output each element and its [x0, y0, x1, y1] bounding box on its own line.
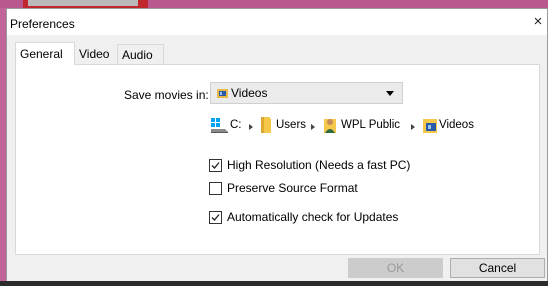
drive-icon — [210, 116, 230, 137]
background-grey-tab — [28, 0, 138, 6]
auto-update-label: Automatically check for Updates — [227, 210, 399, 224]
ok-button[interactable]: OK — [348, 258, 443, 278]
preferences-dialog: Preferences × General Video Audio Save m… — [6, 8, 548, 281]
save-location-dropdown[interactable]: Videos — [210, 82, 403, 104]
breadcrumb-drive-label: C: — [230, 119, 242, 131]
videos-folder-icon — [217, 88, 228, 102]
title-bar: Preferences × — [7, 9, 547, 35]
chevron-right-icon — [249, 124, 253, 130]
breadcrumb-wpl-public-label: WPL Public — [341, 119, 401, 131]
button-bar: OK Cancel — [7, 257, 547, 281]
background-bottom-band — [0, 281, 548, 286]
videos-folder-icon — [422, 116, 438, 137]
tab-audio[interactable]: Audio — [118, 44, 164, 64]
preserve-source-format-label: Preserve Source Format — [227, 181, 358, 195]
save-movies-label: Save movies in: — [124, 88, 209, 102]
general-panel: Save movies in: Videos C: Users WPL Publ… — [15, 64, 540, 255]
chevron-right-icon — [311, 124, 315, 130]
tab-general[interactable]: General — [15, 42, 75, 65]
chevron-down-icon — [386, 91, 394, 96]
high-resolution-checkbox[interactable] — [209, 159, 222, 172]
dialog-title: Preferences — [10, 17, 75, 31]
cancel-button[interactable]: Cancel — [450, 258, 545, 278]
save-location-value: Videos — [231, 86, 268, 100]
auto-update-checkbox[interactable] — [209, 211, 222, 224]
preserve-source-format-checkbox[interactable] — [209, 182, 222, 195]
breadcrumb-users-label: Users — [276, 119, 307, 131]
breadcrumb-videos-label: Videos — [439, 119, 474, 131]
dialog-content: General Video Audio Save movies in: Vide… — [7, 35, 547, 257]
chevron-right-icon — [411, 124, 415, 130]
close-icon[interactable]: × — [530, 11, 546, 33]
user-folder-icon — [322, 116, 338, 137]
tab-video[interactable]: Video — [75, 44, 118, 64]
high-resolution-label: High Resolution (Needs a fast PC) — [227, 158, 411, 172]
folder-icon — [260, 117, 272, 136]
